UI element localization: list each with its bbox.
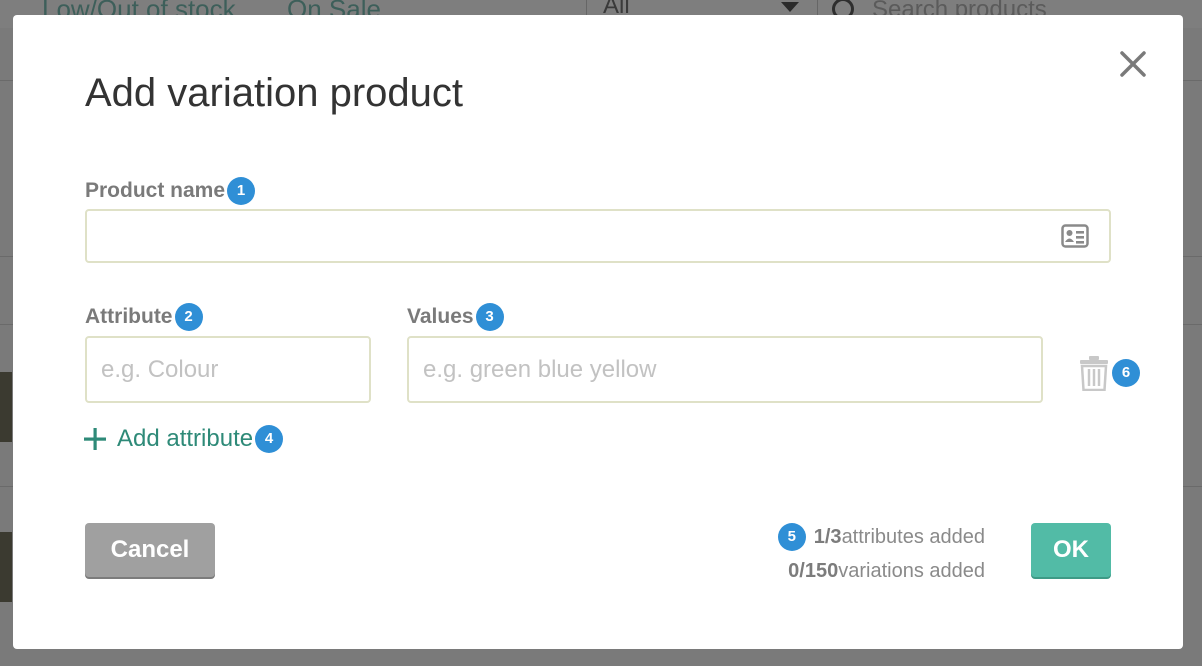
chevron-down-icon bbox=[781, 2, 799, 12]
modal-title: Add variation product bbox=[85, 71, 464, 115]
variations-status: 0/150 variations added bbox=[778, 554, 985, 588]
values-label: Values 3 bbox=[407, 303, 504, 331]
step-badge-4: 4 bbox=[255, 425, 284, 453]
product-name-field[interactable] bbox=[85, 209, 1111, 263]
add-attribute-link[interactable]: Add attribute 4 bbox=[83, 425, 284, 453]
product-name-label-text: Product name bbox=[85, 179, 226, 202]
attributes-count: 1/3 bbox=[813, 526, 842, 548]
step-badge-3: 3 bbox=[475, 303, 504, 331]
product-name-input[interactable] bbox=[87, 211, 1109, 261]
ok-button[interactable]: OK bbox=[1031, 523, 1111, 577]
plus-icon bbox=[84, 428, 106, 450]
step-badge-5: 5 bbox=[777, 523, 806, 551]
attribute-input[interactable] bbox=[87, 338, 369, 401]
attribute-label-text: Attribute bbox=[85, 305, 173, 328]
variations-text: variations added bbox=[838, 560, 985, 582]
add-variation-modal: Add variation product Product name 1 Att… bbox=[13, 15, 1183, 649]
values-label-text: Values bbox=[407, 305, 474, 328]
values-field[interactable] bbox=[407, 336, 1043, 403]
trash-icon[interactable] bbox=[1079, 355, 1109, 391]
attribute-label: Attribute 2 bbox=[85, 303, 203, 331]
attributes-status: 5 1/3 attributes added bbox=[777, 520, 985, 554]
step-badge-6: 6 bbox=[1112, 359, 1140, 387]
status-summary: 5 1/3 attributes added 0/150 variations ad… bbox=[777, 520, 985, 588]
contact-card-icon[interactable] bbox=[1061, 224, 1089, 248]
cancel-button[interactable]: Cancel bbox=[85, 523, 215, 577]
step-badge-2: 2 bbox=[174, 303, 203, 331]
product-name-label: Product name 1 bbox=[85, 177, 256, 205]
step-badge-1: 1 bbox=[227, 177, 256, 205]
product-thumbnail bbox=[0, 372, 12, 442]
product-thumbnail bbox=[0, 532, 12, 602]
values-input[interactable] bbox=[409, 338, 1041, 401]
variations-count: 0/150 bbox=[788, 560, 839, 582]
add-attribute-label: Add attribute bbox=[117, 425, 254, 452]
attributes-text: attributes added bbox=[841, 526, 985, 548]
close-icon[interactable] bbox=[1118, 49, 1148, 79]
attribute-field[interactable] bbox=[85, 336, 371, 403]
